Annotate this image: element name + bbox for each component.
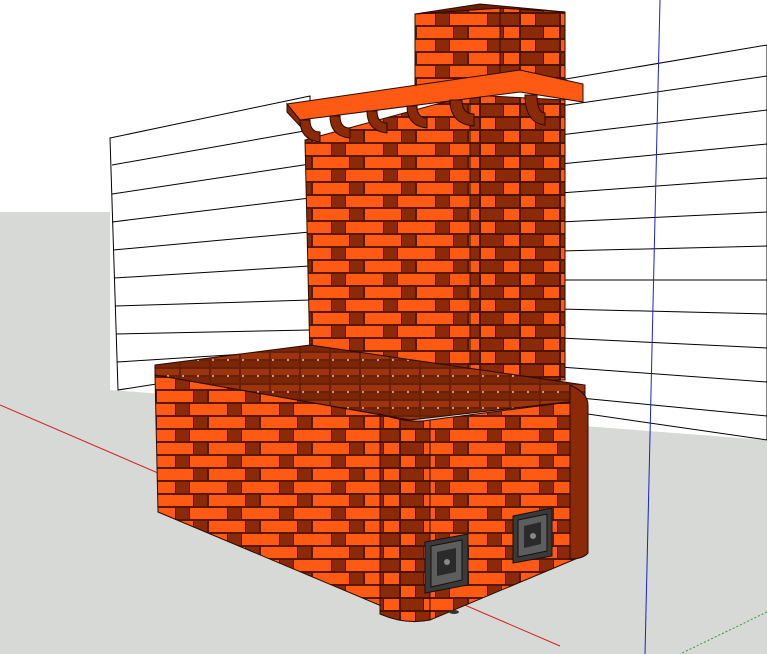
background-wall-left [109,95,311,391]
stove-door-2[interactable] [512,507,553,564]
stove-door-1[interactable] [424,533,469,594]
ground-marker [449,610,459,614]
scene-canvas[interactable] [0,0,767,654]
background-wall-right [559,44,767,441]
model-viewport[interactable] [0,0,767,654]
